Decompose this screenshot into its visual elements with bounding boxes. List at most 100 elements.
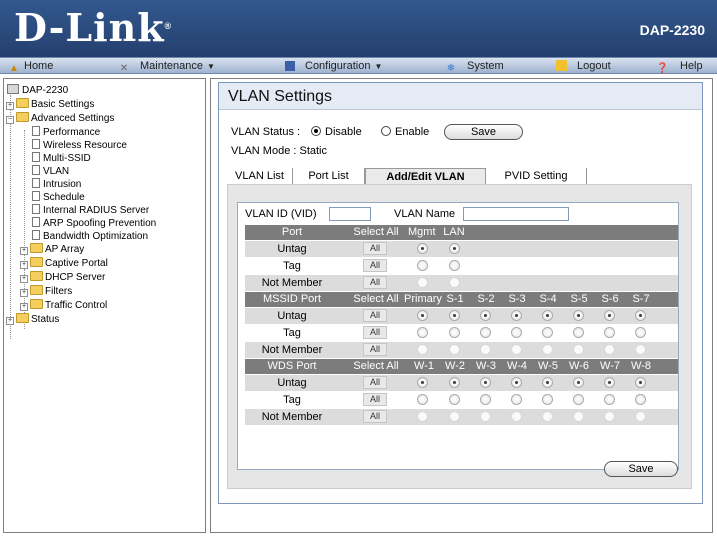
tree-item-multi-ssid[interactable]: Multi-SSID	[32, 152, 91, 164]
port-membership-radio[interactable]	[417, 260, 428, 271]
tree-advanced-settings[interactable]: − Advanced Settings	[6, 112, 114, 124]
tree-item-radius[interactable]: Internal RADIUS Server	[32, 204, 149, 216]
wds-membership-radio[interactable]	[635, 377, 646, 388]
wds-membership-radio[interactable]	[542, 394, 553, 405]
port-membership-radio[interactable]	[417, 277, 428, 288]
tree-ap-array[interactable]: + AP Array	[20, 243, 84, 255]
wds-membership-radio[interactable]	[604, 411, 615, 422]
menu-maintenance[interactable]: ✕ Maintenance ▼	[118, 58, 215, 74]
vlan-name-input[interactable]	[463, 207, 569, 221]
vlan-status-disable-radio[interactable]: Disable	[311, 126, 362, 138]
wds-membership-radio[interactable]	[417, 411, 428, 422]
tab-pvid-setting[interactable]: PVID Setting	[486, 168, 587, 185]
tree-item-bandwidth[interactable]: Bandwidth Optimization	[32, 230, 148, 242]
menu-configuration[interactable]: Configuration ▼	[285, 58, 382, 74]
vlan-status-label: VLAN Status :	[231, 126, 301, 138]
tree-root[interactable]: DAP-2230	[7, 84, 68, 96]
mssid-col-header: Primary	[404, 293, 442, 305]
wds-membership-radio[interactable]	[635, 394, 646, 405]
mssid-membership-radio[interactable]	[417, 327, 428, 338]
port-membership-radio[interactable]	[449, 277, 460, 288]
wds-membership-radio[interactable]	[449, 394, 460, 405]
select-all-button[interactable]: All	[363, 242, 387, 255]
mssid-membership-radio[interactable]	[511, 344, 522, 355]
tree-item-schedule[interactable]: Schedule	[32, 191, 85, 203]
port-membership-radio[interactable]	[449, 243, 460, 254]
mssid-membership-radio[interactable]	[449, 310, 460, 321]
vlan-id-input[interactable]	[329, 207, 371, 221]
mssid-membership-radio[interactable]	[542, 327, 553, 338]
port-membership-radio[interactable]	[449, 260, 460, 271]
mssid-membership-radio[interactable]	[480, 327, 491, 338]
tree-item-performance[interactable]: Performance	[32, 126, 100, 138]
mssid-membership-radio[interactable]	[635, 344, 646, 355]
mssid-membership-radio[interactable]	[635, 310, 646, 321]
wds-membership-radio[interactable]	[480, 377, 491, 388]
vlan-status-enable-radio[interactable]: Enable	[381, 126, 429, 138]
tree-item-vlan[interactable]: VLAN	[32, 165, 69, 177]
form-save-button[interactable]: Save	[604, 461, 678, 477]
tree-item-intrusion[interactable]: Intrusion	[32, 178, 81, 190]
tree-captive-portal[interactable]: + Captive Portal	[20, 257, 108, 269]
wds-membership-radio[interactable]	[635, 411, 646, 422]
wds-membership-radio[interactable]	[449, 377, 460, 388]
tree-dhcp-server[interactable]: + DHCP Server	[20, 271, 105, 283]
tree-filters[interactable]: + Filters	[20, 285, 72, 297]
tree-item-arp[interactable]: ARP Spoofing Prevention	[32, 217, 156, 229]
select-all-button[interactable]: All	[363, 259, 387, 272]
mssid-membership-radio[interactable]	[604, 327, 615, 338]
mssid-membership-radio[interactable]	[573, 327, 584, 338]
wds-membership-radio[interactable]	[511, 394, 522, 405]
mssid-membership-radio[interactable]	[417, 310, 428, 321]
wds-membership-radio[interactable]	[511, 411, 522, 422]
select-all-button[interactable]: All	[363, 393, 387, 406]
mssid-membership-radio[interactable]	[635, 327, 646, 338]
mssid-membership-radio[interactable]	[542, 310, 553, 321]
mssid-membership-radio[interactable]	[480, 344, 491, 355]
wds-membership-radio[interactable]	[573, 377, 584, 388]
wds-membership-radio[interactable]	[417, 377, 428, 388]
save-button[interactable]: Save	[444, 124, 523, 140]
wds-membership-radio[interactable]	[480, 411, 491, 422]
port-membership-radio[interactable]	[417, 243, 428, 254]
select-all-button[interactable]: All	[363, 276, 387, 289]
wds-membership-radio[interactable]	[417, 394, 428, 405]
wds-membership-radio[interactable]	[480, 394, 491, 405]
select-all-button[interactable]: All	[363, 410, 387, 423]
menu-home[interactable]: ▲ Home	[8, 58, 53, 74]
vlan-mode-value: Static	[299, 145, 327, 157]
mssid-membership-radio[interactable]	[449, 344, 460, 355]
wds-membership-radio[interactable]	[449, 411, 460, 422]
mssid-membership-radio[interactable]	[511, 327, 522, 338]
wds-membership-radio[interactable]	[573, 394, 584, 405]
mssid-membership-radio[interactable]	[511, 310, 522, 321]
wds-membership-radio[interactable]	[542, 411, 553, 422]
mssid-membership-radio[interactable]	[573, 344, 584, 355]
wds-membership-radio[interactable]	[573, 411, 584, 422]
mssid-membership-radio[interactable]	[417, 344, 428, 355]
row-label: Tag	[283, 327, 301, 339]
wds-membership-radio[interactable]	[511, 377, 522, 388]
wds-membership-radio[interactable]	[542, 377, 553, 388]
tree-status[interactable]: + Status	[6, 313, 59, 325]
tree-item-wireless-resource[interactable]: Wireless Resource	[32, 139, 127, 151]
menu-system[interactable]: ❄ System	[445, 58, 504, 74]
menu-help[interactable]: ❓ Help	[656, 58, 703, 74]
mssid-membership-radio[interactable]	[604, 310, 615, 321]
mssid-membership-radio[interactable]	[449, 327, 460, 338]
mssid-membership-radio[interactable]	[604, 344, 615, 355]
tab-vlan-list[interactable]: VLAN List	[227, 168, 293, 185]
select-all-button[interactable]: All	[363, 376, 387, 389]
tree-basic-settings[interactable]: + Basic Settings	[6, 98, 94, 110]
select-all-button[interactable]: All	[363, 343, 387, 356]
mssid-membership-radio[interactable]	[480, 310, 491, 321]
mssid-membership-radio[interactable]	[542, 344, 553, 355]
wds-membership-radio[interactable]	[604, 377, 615, 388]
tab-port-list[interactable]: Port List	[293, 168, 365, 185]
select-all-button[interactable]: All	[363, 309, 387, 322]
tree-traffic-control[interactable]: + Traffic Control	[20, 299, 107, 311]
mssid-membership-radio[interactable]	[573, 310, 584, 321]
select-all-button[interactable]: All	[363, 326, 387, 339]
wds-membership-radio[interactable]	[604, 394, 615, 405]
menu-logout[interactable]: Logout	[556, 58, 611, 74]
